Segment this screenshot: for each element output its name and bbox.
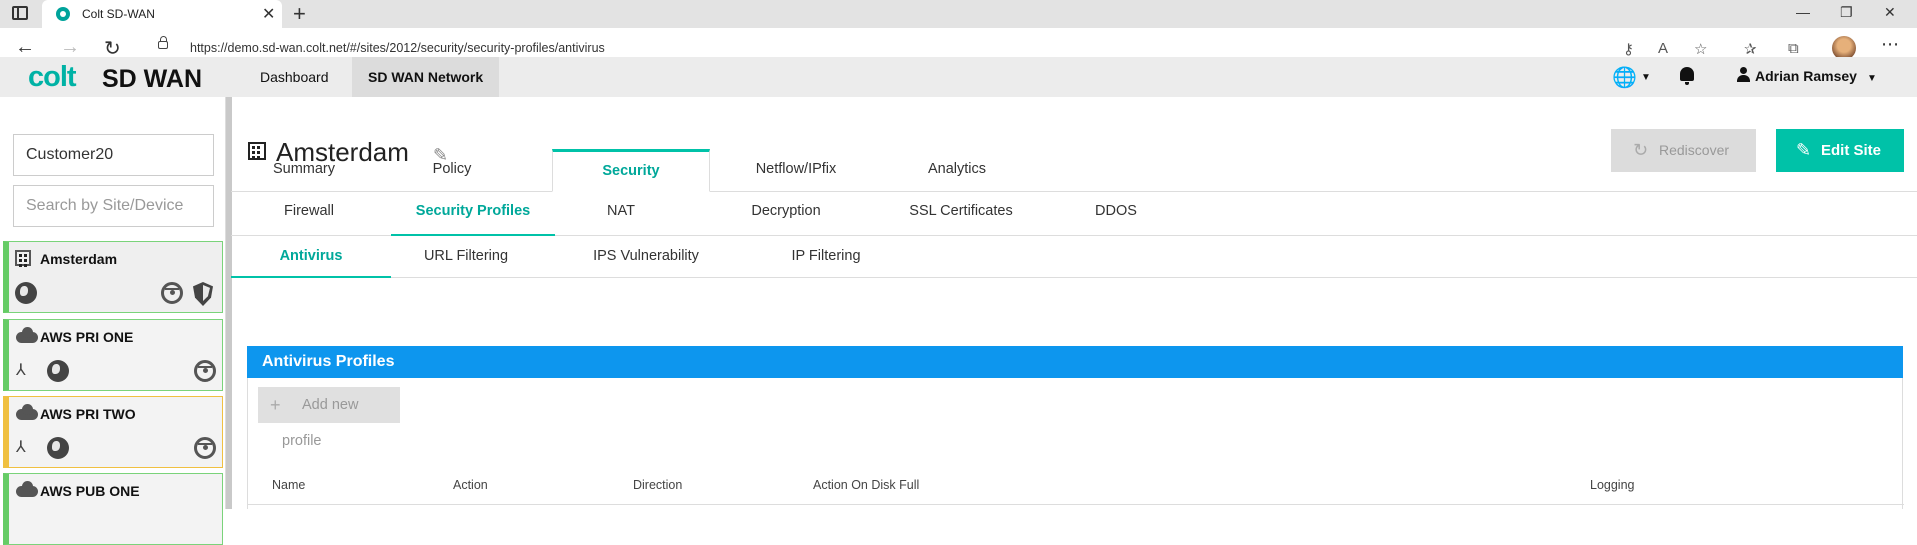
site-name: AWS PRI TWO <box>40 406 136 422</box>
globe-icon <box>47 360 69 382</box>
minimize-icon[interactable]: — <box>1796 4 1810 20</box>
topology-icon: ⅄ <box>16 362 26 379</box>
favorites-icon[interactable]: ✰ <box>1744 40 1757 58</box>
language-globe-icon[interactable]: 🌐 <box>1612 65 1637 90</box>
nav-dashboard[interactable]: Dashboard <box>244 57 345 97</box>
profile-tabs: Antivirus URL Filtering IPS Vulnerabilit… <box>231 236 1917 278</box>
favorite-add-icon[interactable]: ☆ <box>1694 40 1707 58</box>
column-header-logging[interactable]: Logging <box>1590 478 1635 492</box>
user-icon[interactable] <box>1737 67 1750 82</box>
window-menu-icon[interactable] <box>12 6 28 20</box>
tab-analytics[interactable]: Analytics <box>887 161 1027 177</box>
site-search-input[interactable] <box>13 185 214 227</box>
add-new-profile-label: Add new profile <box>282 397 359 449</box>
logo-sdwan: SD WAN <box>102 65 202 93</box>
tab-ips-vulnerability[interactable]: IPS Vulnerability <box>561 248 731 264</box>
tab-url-filtering[interactable]: URL Filtering <box>391 248 541 264</box>
nav-sd-wan-network[interactable]: SD WAN Network <box>352 57 500 97</box>
collections-icon[interactable]: ⧉ <box>1788 40 1799 57</box>
plus-icon: + <box>270 395 281 415</box>
read-aloud-icon[interactable]: A <box>1658 40 1668 57</box>
user-name[interactable]: Adrian Ramsey <box>1755 68 1857 84</box>
cloud-icon <box>16 404 38 420</box>
app-header: colt SD WAN Dashboard SD WAN Network 🌐 ▼… <box>0 57 1917 97</box>
site-card-amsterdam[interactable]: Amsterdam <box>3 241 223 313</box>
steering-wheel-icon <box>194 437 216 459</box>
tab-summary[interactable]: Summary <box>239 161 369 177</box>
tab-title: Colt SD-WAN <box>82 7 155 21</box>
steering-wheel-icon <box>161 282 183 304</box>
notifications-bell-icon[interactable] <box>1680 67 1694 85</box>
key-icon[interactable]: ⚷ <box>1623 40 1634 58</box>
shield-icon <box>193 282 213 306</box>
chevron-down-icon[interactable]: ▼ <box>1641 72 1651 83</box>
security-tabs: Firewall Security Profiles NAT Decryptio… <box>231 192 1917 236</box>
main-content: Amsterdam ✎ ↻ Rediscover ✎ Edit Site Sum… <box>231 97 1917 509</box>
building-icon <box>15 250 31 266</box>
globe-icon <box>47 437 69 459</box>
site-card-aws-pub-one[interactable]: AWS PUB ONE <box>3 473 223 545</box>
tab-security[interactable]: Security <box>552 149 710 192</box>
user-menu-chevron-icon[interactable]: ▼ <box>1867 73 1877 84</box>
tab-ssl-certificates[interactable]: SSL Certificates <box>886 203 1036 219</box>
logo-colt: colt <box>28 61 77 93</box>
forward-icon: → <box>60 36 80 58</box>
site-name: AWS PUB ONE <box>40 483 140 499</box>
site-name: AWS PRI ONE <box>40 329 134 345</box>
table-divider <box>248 504 1904 505</box>
column-header-action[interactable]: Action <box>453 478 488 492</box>
more-icon[interactable]: ⋯ <box>1881 34 1899 55</box>
tab-decryption[interactable]: Decryption <box>721 203 851 219</box>
steering-wheel-icon <box>194 360 216 382</box>
site-name: Amsterdam <box>40 251 118 267</box>
column-header-action-on-disk-full[interactable]: Action On Disk Full <box>813 478 919 492</box>
column-header-direction[interactable]: Direction <box>633 478 682 492</box>
restore-icon[interactable]: ❐ <box>1840 4 1853 21</box>
cloud-icon <box>16 327 38 343</box>
close-window-icon[interactable]: ✕ <box>1884 4 1896 21</box>
add-new-profile-button: + Add new profile <box>258 387 400 449</box>
antivirus-profiles-panel: + Add new profile Name Action Direction … <box>247 378 1904 509</box>
tab-netflow[interactable]: Netflow/IPfix <box>726 161 866 177</box>
tab-nat[interactable]: NAT <box>561 203 681 219</box>
topology-icon: ⅄ <box>16 439 26 456</box>
panel-title: Antivirus Profiles <box>247 346 1903 378</box>
globe-icon <box>15 282 37 304</box>
lock-icon[interactable] <box>158 36 168 49</box>
tab-ddos[interactable]: DDOS <box>1061 203 1171 219</box>
tab-security-profiles[interactable]: Security Profiles <box>391 203 555 236</box>
site-card-aws-pri-one[interactable]: AWS PRI ONE ⅄ <box>3 319 223 391</box>
site-card-aws-pri-two[interactable]: AWS PRI TWO ⅄ <box>3 396 223 468</box>
site-sidebar: Amsterdam AWS PRI ONE ⅄ AWS PRI TWO ⅄ AW… <box>0 97 225 545</box>
tab-policy[interactable]: Policy <box>387 161 517 177</box>
customer-field[interactable] <box>13 134 214 176</box>
column-header-name[interactable]: Name <box>272 478 305 492</box>
main-tabs: Summary Policy Security Netflow/IPfix An… <box>231 149 1917 192</box>
tab-ip-filtering[interactable]: IP Filtering <box>756 248 896 264</box>
browser-tab-strip: Colt SD-WAN ✕ + — ❐ ✕ <box>0 0 1917 28</box>
tab-firewall[interactable]: Firewall <box>231 203 387 219</box>
close-tab-icon[interactable]: ✕ <box>262 4 275 24</box>
new-tab-icon[interactable]: + <box>293 1 306 27</box>
back-icon[interactable]: ← <box>15 36 35 59</box>
browser-tab[interactable]: Colt SD-WAN ✕ <box>42 0 282 28</box>
cloud-icon <box>16 481 38 497</box>
url-text: https://demo.sd-wan.colt.net/#/sites/201… <box>190 41 605 55</box>
tab-antivirus[interactable]: Antivirus <box>231 248 391 278</box>
colt-favicon-icon <box>56 7 70 21</box>
